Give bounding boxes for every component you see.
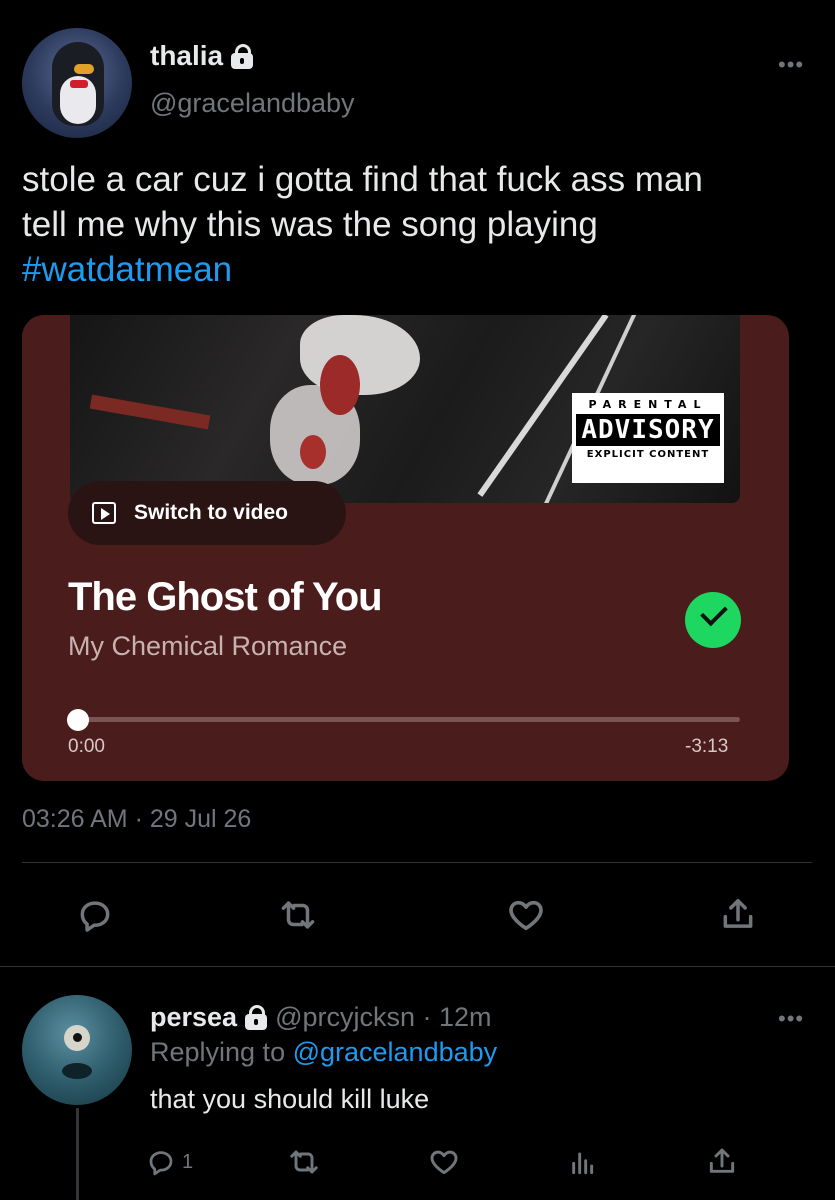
reply-action[interactable]: 1 [146, 1140, 216, 1184]
more-options-icon[interactable]: ••• [778, 52, 804, 78]
reply-icon[interactable] [70, 890, 120, 940]
lock-icon [243, 1004, 269, 1030]
analytics-icon[interactable] [561, 1140, 605, 1184]
thread-line [76, 1108, 79, 1200]
advisory-line-1: PARENTAL [588, 398, 708, 411]
user-handle[interactable]: @gracelandbaby [150, 88, 355, 119]
play-video-icon [92, 502, 116, 524]
elapsed-time: 0:00 [68, 736, 105, 757]
display-name[interactable]: thalia [150, 40, 255, 72]
song-title[interactable]: The Ghost of You [68, 575, 383, 620]
hashtag-link[interactable]: #watdatmean [22, 247, 822, 292]
tweet-text-line-1: stole a car cuz i gotta find that fuck a… [22, 160, 703, 199]
retweet-icon[interactable] [273, 890, 323, 940]
replying-to: Replying to @gracelandbaby [150, 1037, 497, 1068]
divider [22, 862, 812, 863]
replying-to-mention[interactable]: @gracelandbaby [293, 1037, 498, 1067]
display-name-text: thalia [150, 40, 224, 71]
progress-track[interactable] [78, 717, 740, 722]
switch-to-video-button[interactable]: Switch to video [68, 481, 346, 545]
switch-to-video-label: Switch to video [134, 501, 289, 524]
reply-icon [149, 1151, 173, 1176]
retweet-icon[interactable] [282, 1140, 326, 1184]
artist-name[interactable]: My Chemical Romance [68, 631, 347, 662]
reply-display-name[interactable]: persea [150, 1002, 237, 1032]
share-icon[interactable] [713, 890, 763, 940]
remaining-time: -3:13 [685, 736, 729, 757]
divider [0, 966, 835, 967]
reply-handle-time[interactable]: @prcyjcksn · 12m [275, 1002, 491, 1032]
tweet-text-line-2: tell me why this was the song playing [22, 205, 598, 244]
reply-text: that you should kill luke [150, 1084, 430, 1114]
progress-scrubber[interactable] [67, 709, 89, 731]
more-options-icon[interactable]: ••• [778, 1006, 804, 1032]
saved-check-icon[interactable] [685, 592, 741, 648]
reply-avatar[interactable] [22, 995, 132, 1105]
advisory-line-3: EXPLICIT CONTENT [586, 449, 710, 460]
like-icon[interactable] [501, 890, 551, 940]
parental-advisory-label: PARENTAL ADVISORY EXPLICIT CONTENT [572, 393, 724, 483]
lock-icon [229, 43, 255, 69]
advisory-line-2: ADVISORY [576, 414, 720, 446]
avatar[interactable] [22, 28, 132, 138]
reply-header: persea @prcyjcksn · 12m [150, 1002, 492, 1033]
replying-to-label: Replying to [150, 1037, 293, 1067]
tweet-timestamp[interactable]: 03:26 AM · 29 Jul 26 [22, 805, 251, 834]
share-icon[interactable] [700, 1140, 744, 1184]
reply-count: 1 [182, 1150, 194, 1173]
like-icon[interactable] [422, 1140, 466, 1184]
tweet-text: stole a car cuz i gotta find that fuck a… [22, 157, 822, 292]
